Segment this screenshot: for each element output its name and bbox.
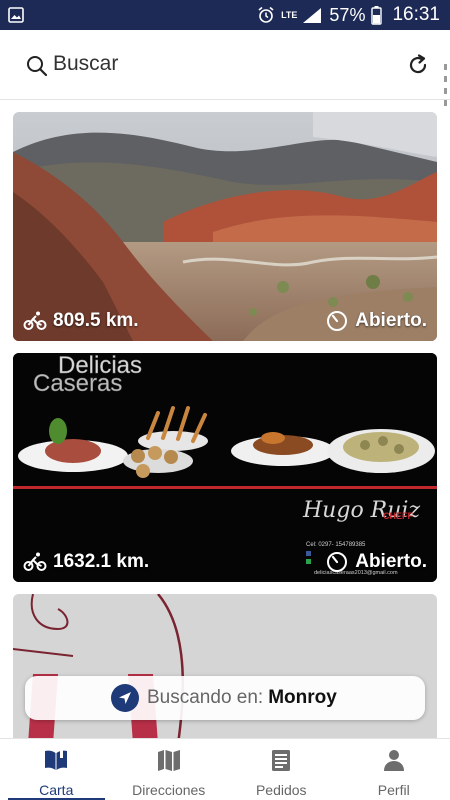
location-search-banner[interactable]: Buscando en: Monroy bbox=[25, 676, 425, 720]
search-button[interactable]: Buscar bbox=[53, 52, 118, 76]
menu-book-icon bbox=[45, 749, 68, 770]
distance-label: 809.5 km. bbox=[23, 309, 139, 333]
bicycle-icon bbox=[23, 311, 47, 330]
scroll-indicator bbox=[444, 64, 448, 124]
restaurant-card[interactable] bbox=[13, 594, 437, 744]
nav-label: Carta bbox=[39, 782, 74, 798]
restaurant-card[interactable]: Delicias Caseras Hugo Ruiz CHEFF Cel: 02… bbox=[13, 353, 437, 582]
signal-icon bbox=[303, 8, 322, 23]
chef-role: CHEFF bbox=[383, 511, 413, 521]
timer-icon bbox=[327, 311, 348, 331]
distance-label: 1632.1 km. bbox=[23, 550, 149, 574]
timer-icon bbox=[327, 552, 348, 572]
open-status: Abierto. bbox=[325, 550, 427, 574]
open-status: Abierto. bbox=[325, 309, 427, 333]
contact-phone: Cel: 0297- 154789385 bbox=[306, 542, 366, 548]
distance-value: 809.5 km. bbox=[53, 310, 139, 331]
nav-label: Direcciones bbox=[132, 782, 206, 798]
nav-tab-direcciones[interactable]: Direcciones bbox=[113, 739, 226, 800]
distance-value: 1632.1 km. bbox=[53, 551, 150, 572]
gallery-icon bbox=[8, 7, 24, 23]
network-type: LTE bbox=[281, 9, 298, 20]
nav-label: Pedidos bbox=[255, 782, 307, 798]
alarm-icon bbox=[258, 6, 274, 23]
card-photo-food: Delicias Caseras Hugo Ruiz CHEFF Cel: 02… bbox=[13, 353, 437, 582]
location-place: Monroy bbox=[268, 687, 337, 708]
search-icon[interactable] bbox=[26, 55, 48, 77]
battery-percent: 57% bbox=[329, 4, 366, 25]
person-icon bbox=[383, 750, 404, 771]
card-photo-logo bbox=[13, 594, 437, 744]
status-bar: LTE 57% 16:31 bbox=[0, 0, 450, 30]
nav-tab-perfil[interactable]: Perfil bbox=[338, 739, 450, 800]
refresh-icon[interactable] bbox=[406, 53, 430, 77]
navigation-arrow-icon bbox=[111, 684, 139, 712]
battery-icon bbox=[371, 5, 383, 25]
brand-text-caseras: Caseras bbox=[33, 370, 122, 397]
search-header: Buscar bbox=[0, 30, 450, 106]
orders-list-icon bbox=[272, 750, 291, 771]
open-status-text: Abierto. bbox=[355, 310, 427, 331]
nav-tab-carta[interactable]: Carta bbox=[0, 739, 113, 800]
location-prefix: Buscando en: bbox=[147, 687, 264, 708]
nav-tab-pedidos[interactable]: Pedidos bbox=[225, 739, 338, 800]
map-icon bbox=[157, 750, 180, 771]
bicycle-icon bbox=[23, 552, 47, 571]
bottom-navigation: Carta Direcciones Pedidos Perfil bbox=[0, 738, 450, 800]
nav-label: Perfil bbox=[377, 782, 410, 798]
open-status-text: Abierto. bbox=[355, 551, 427, 572]
clock: 16:31 bbox=[392, 4, 440, 25]
card-photo-landscape bbox=[13, 112, 437, 341]
restaurant-card[interactable]: 809.5 km. Abierto. bbox=[13, 112, 437, 341]
